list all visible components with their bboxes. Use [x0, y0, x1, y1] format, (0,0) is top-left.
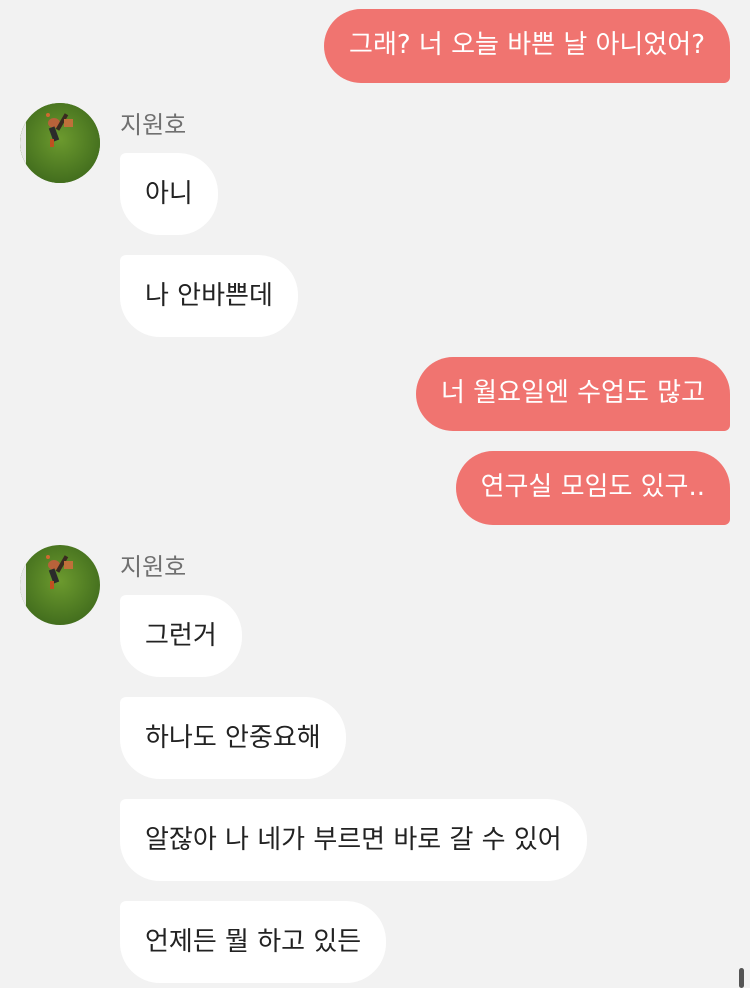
sender-avatar[interactable] — [20, 545, 100, 625]
incoming-message-bubble[interactable]: 나 안바쁜데 — [120, 255, 298, 337]
message-text: 아니 — [145, 179, 193, 209]
outgoing-message-bubble[interactable]: 그래? 너 오늘 바쁜 날 아니었어? — [324, 9, 730, 83]
incoming-message-bubble[interactable]: 아니 — [120, 153, 218, 235]
sender-avatar[interactable] — [20, 103, 100, 183]
incoming-message-bubble[interactable]: 그런거 — [120, 595, 242, 677]
message-text: 그래? 너 오늘 바쁜 날 아니었어? — [349, 30, 705, 60]
sender-name: 지원호 — [120, 553, 187, 581]
message-text: 그런거 — [145, 621, 217, 651]
message-text: 언제든 뭘 하고 있든 — [145, 927, 362, 957]
profile-photo-icon — [20, 103, 100, 183]
message-text: 너 월요일엔 수업도 많고 — [441, 378, 705, 408]
sender-name: 지원호 — [120, 111, 187, 139]
message-text: 하나도 안중요해 — [145, 723, 321, 753]
outgoing-message-bubble[interactable]: 연구실 모임도 있구.. — [455, 451, 730, 525]
incoming-message-bubble[interactable]: 언제든 뭘 하고 있든 — [120, 901, 387, 983]
incoming-message-bubble[interactable]: 하나도 안중요해 — [120, 697, 346, 779]
message-text: 연구실 모임도 있구.. — [480, 472, 705, 502]
scrollbar-thumb[interactable] — [739, 968, 744, 988]
chat-conversation[interactable]: 그래? 너 오늘 바쁜 날 아니었어? 지원호 아니 나 안바쁜데 너 월요일엔… — [0, 0, 750, 988]
outgoing-message-bubble[interactable]: 너 월요일엔 수업도 많고 — [416, 357, 730, 431]
profile-photo-icon — [20, 545, 100, 625]
message-text: 알잖아 나 네가 부르면 바로 갈 수 있어 — [145, 825, 562, 855]
incoming-message-bubble[interactable]: 알잖아 나 네가 부르면 바로 갈 수 있어 — [120, 799, 587, 881]
message-text: 나 안바쁜데 — [145, 281, 273, 311]
